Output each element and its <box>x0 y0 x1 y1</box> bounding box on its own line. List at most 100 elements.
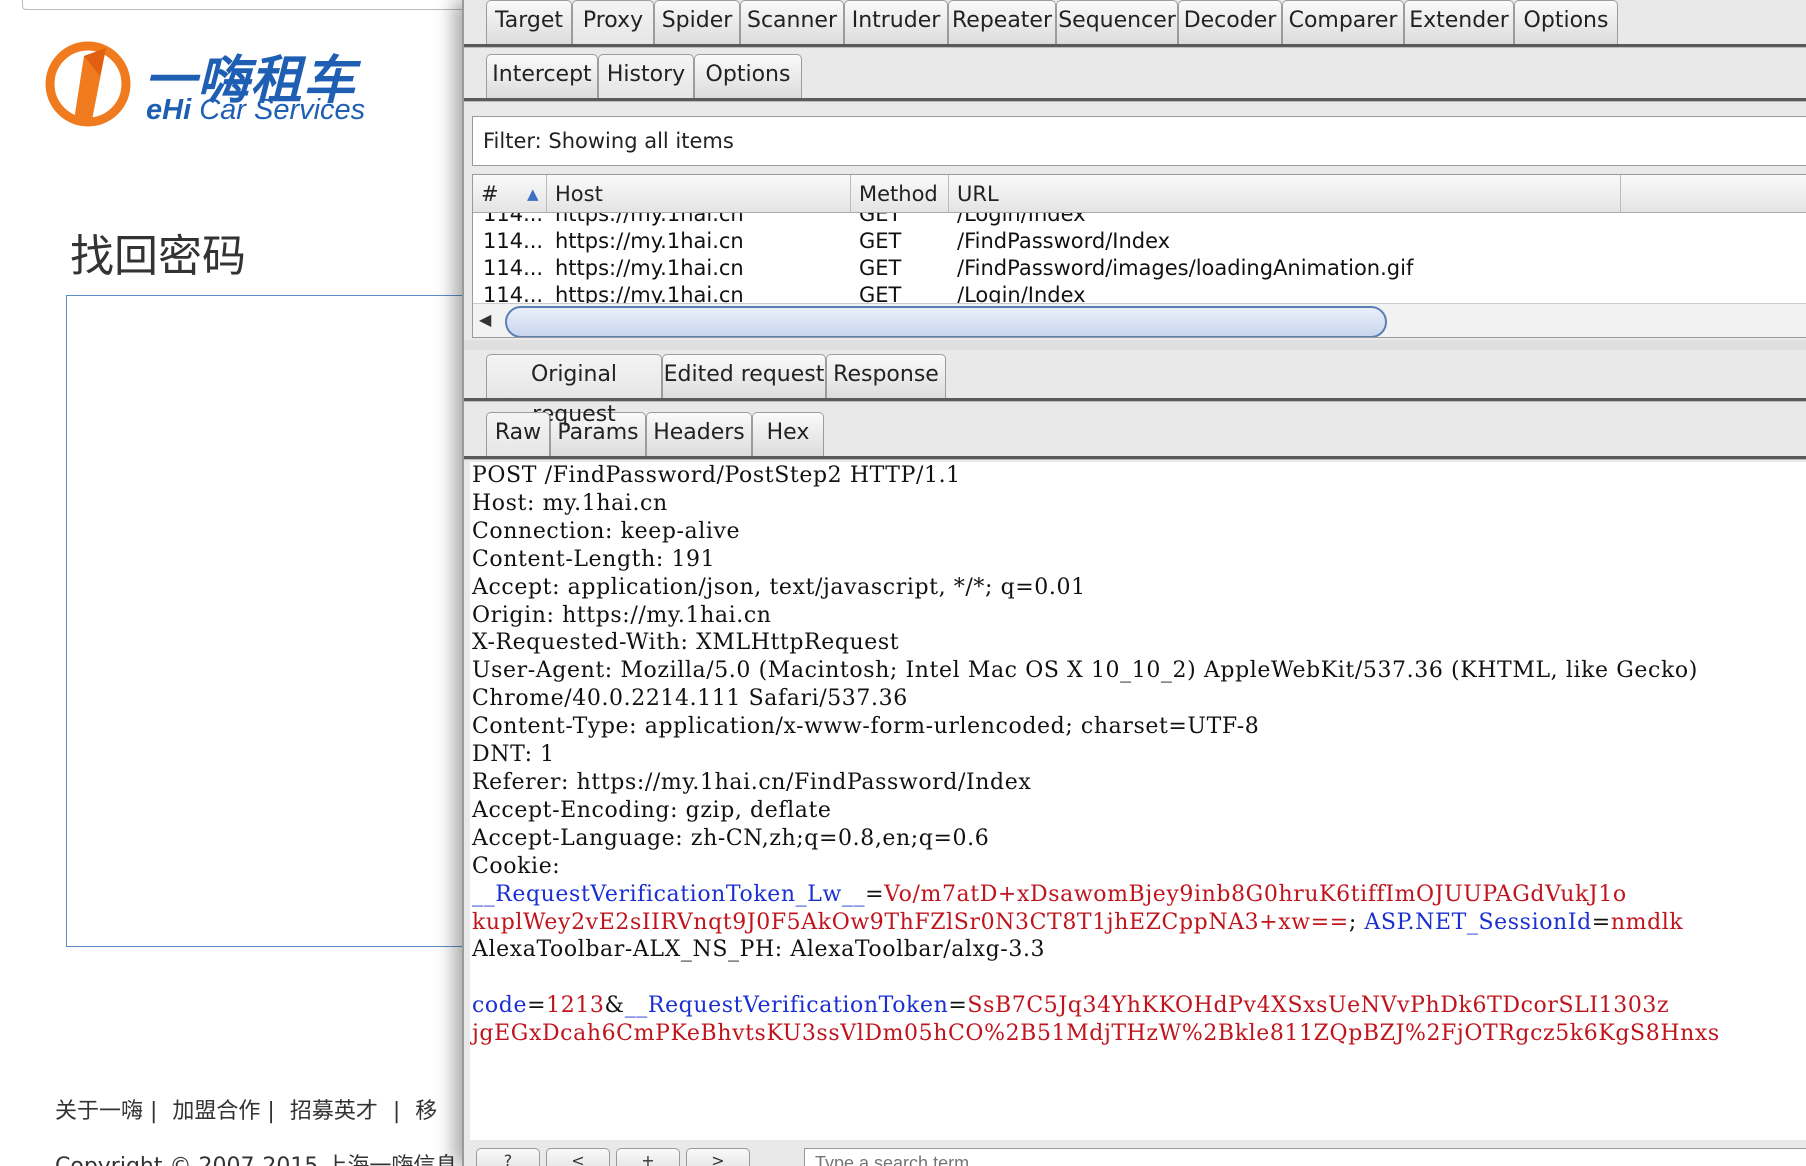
cookie-line-2: kuplWey2vE2sIIRVnqt9J0F5AkOw9ThFZlSr0N3C… <box>472 909 1684 935</box>
proxy-tab-divider <box>464 98 1806 102</box>
proxy-history-table: # ▲ Host Method URL 114... https://my.1h… <box>472 174 1806 338</box>
tab-sequencer[interactable]: Sequencer <box>1056 0 1178 44</box>
scrollbar-thumb[interactable] <box>505 306 1387 337</box>
body-line-2: jgEGxDcah6CmPKeBhvtsKU3ssVlDm05hCO%2B51M… <box>470 1020 1806 1048</box>
header-line: Cookie: <box>472 853 561 879</box>
column-header-number[interactable]: # ▲ <box>473 175 547 213</box>
request-line: POST /FindPassword/PostStep2 HTTP/1.1 <box>472 463 961 488</box>
tab-original-request[interactable]: Original request <box>486 354 662 427</box>
footer-link-mobile[interactable]: 移 <box>415 1099 437 1124</box>
logo-english-text: eHi Car Services <box>146 94 365 127</box>
tab-extender[interactable]: Extender <box>1404 0 1514 44</box>
header-line: Accept-Encoding: gzip, deflate <box>472 797 832 823</box>
browser-address-bar[interactable] <box>22 0 470 10</box>
tab-decoder[interactable]: Decoder <box>1178 0 1282 44</box>
horizontal-scrollbar[interactable]: ◀ <box>473 303 1806 337</box>
tab-response[interactable]: Response <box>826 354 946 398</box>
tab-spider[interactable]: Spider <box>654 0 740 44</box>
tab-intruder[interactable]: Intruder <box>844 0 948 44</box>
next-button[interactable]: > <box>686 1148 750 1166</box>
footer-separator: | <box>392 1099 401 1124</box>
header-line: Origin: https://my.1hai.cn <box>472 602 772 628</box>
cookie-separator: ; <box>1348 909 1365 935</box>
previous-button[interactable]: < <box>546 1148 610 1166</box>
column-header-host[interactable]: Host <box>547 175 851 213</box>
table-body: 114... https://my.1hai.cn GET /Login/Ind… <box>473 213 1806 303</box>
param-separator: & <box>604 993 625 1019</box>
tab-target[interactable]: Target <box>486 0 572 44</box>
view-tab-divider <box>464 456 1806 460</box>
scroll-left-arrow-icon[interactable]: ◀ <box>479 310 491 329</box>
form-container <box>66 295 470 947</box>
pane-splitter[interactable] <box>464 340 1806 350</box>
help-button[interactable]: ? <box>476 1148 540 1166</box>
tab-comparer[interactable]: Comparer <box>1282 0 1404 44</box>
row-number: 114... <box>483 229 544 253</box>
footer-link-about[interactable]: 关于一嗨 | <box>55 1099 157 1124</box>
search-input[interactable] <box>804 1148 1806 1166</box>
tab-options[interactable]: Options <box>1514 0 1618 44</box>
ehi-logo-mark-icon <box>45 41 131 127</box>
header-line: DNT: 1 <box>472 742 555 768</box>
param-name: __RequestVerificationToken <box>624 993 949 1019</box>
copyright-text: Copyright © 2007-2015 上海一嗨信息 <box>55 1148 457 1166</box>
footer-link-join[interactable]: 加盟合作 | <box>172 1099 274 1124</box>
logo-car-services-text: Car Services <box>191 94 366 126</box>
header-line: Content-Type: application/x-www-form-url… <box>472 714 1260 740</box>
row-method: GET <box>859 229 902 253</box>
search-toolbar: ? < + > <box>464 1140 1806 1166</box>
tab-headers[interactable]: Headers <box>646 412 752 456</box>
header-line: Connection: keep-alive <box>472 518 741 544</box>
param-value: 1213 <box>546 993 605 1019</box>
row-host: https://my.1hai.cn <box>555 283 744 303</box>
header-line: Accept: application/json, text/javascrip… <box>472 574 1086 600</box>
param-value: SsB7C5Jq34YhKKOHdPv4XSxsUeNVvPhDk6TDcorS… <box>967 993 1670 1019</box>
header-line: Referer: https://my.1hai.cn/FindPassword… <box>472 769 1032 795</box>
cookie-value: Vo/m7atD+xDsawomBjey9inb8G0hruK6tiffImOJ… <box>884 881 1627 907</box>
burp-suite-window: Target Proxy Spider Scanner Intruder Rep… <box>462 0 1806 1166</box>
body-line-1: code=1213&__RequestVerificationToken=SsB… <box>472 993 1670 1019</box>
add-button[interactable]: + <box>616 1148 680 1166</box>
history-filter-bar[interactable]: Filter: Showing all items <box>472 116 1806 166</box>
tab-scanner[interactable]: Scanner <box>740 0 844 44</box>
table-row[interactable]: 114... https://my.1hai.cn GET /FindPassw… <box>473 226 1806 256</box>
column-number-label: # <box>481 182 499 206</box>
tab-raw[interactable]: Raw <box>486 412 550 456</box>
row-host: https://my.1hai.cn <box>555 256 744 280</box>
row-method: GET <box>859 283 902 303</box>
header-line: Host: my.1hai.cn <box>472 490 668 516</box>
table-header: # ▲ Host Method URL <box>473 175 1806 213</box>
row-method: GET <box>859 256 902 280</box>
row-number: 114... <box>483 283 544 303</box>
tab-proxy-options[interactable]: Options <box>694 54 802 98</box>
tab-intercept[interactable]: Intercept <box>486 54 598 98</box>
footer-link-careers[interactable]: 招募英才 <box>290 1099 378 1124</box>
row-url: /FindPassword/images/loadingAnimation.gi… <box>957 256 1414 280</box>
header-line: X-Requested-With: XMLHttpRequest <box>472 630 900 656</box>
cookie-name: __RequestVerificationToken_Lw__ <box>472 881 866 907</box>
tab-repeater[interactable]: Repeater <box>948 0 1056 44</box>
param-value: jgEGxDcah6CmPKeBhvtsKU3ssVlDm05hCO%2B51M… <box>472 1021 1720 1047</box>
header-line: Accept-Language: zh-CN,zh;q=0.8,en;q=0.6 <box>472 825 990 851</box>
column-header-method[interactable]: Method <box>851 175 949 213</box>
cookie-name: ASP.NET_SessionId <box>1364 909 1592 935</box>
tab-history[interactable]: History <box>598 54 694 98</box>
raw-request-editor[interactable]: POST /FindPassword/PostStep2 HTTP/1.1 Ho… <box>470 462 1806 1142</box>
cookie-value: kuplWey2vE2sIIRVnqt9J0F5AkOw9ThFZlSr0N3C… <box>472 909 1349 935</box>
table-row[interactable]: 114... https://my.1hai.cn GET /Login/Ind… <box>473 280 1806 303</box>
row-host: https://my.1hai.cn <box>555 229 744 253</box>
tab-hex[interactable]: Hex <box>752 412 824 456</box>
table-row[interactable]: 114... https://my.1hai.cn GET /FindPassw… <box>473 253 1806 283</box>
cookie-value: nmdlk <box>1610 909 1684 935</box>
tab-edited-request[interactable]: Edited request <box>662 354 826 398</box>
message-tab-divider <box>464 398 1806 402</box>
ehi-logo[interactable]: 一嗨租车 eHi Car Services <box>44 36 374 136</box>
column-header-url[interactable]: URL <box>949 175 1621 213</box>
footer-links: 关于一嗨 | 加盟合作 | 招募英才 | 移 <box>55 1093 445 1125</box>
logo-ehi-text: eHi <box>146 94 192 126</box>
row-number: 114... <box>483 256 544 280</box>
row-url: /FindPassword/Index <box>957 229 1171 253</box>
tab-proxy[interactable]: Proxy <box>572 0 654 44</box>
cookie-line-1: __RequestVerificationToken_Lw__=Vo/m7atD… <box>472 881 1627 907</box>
